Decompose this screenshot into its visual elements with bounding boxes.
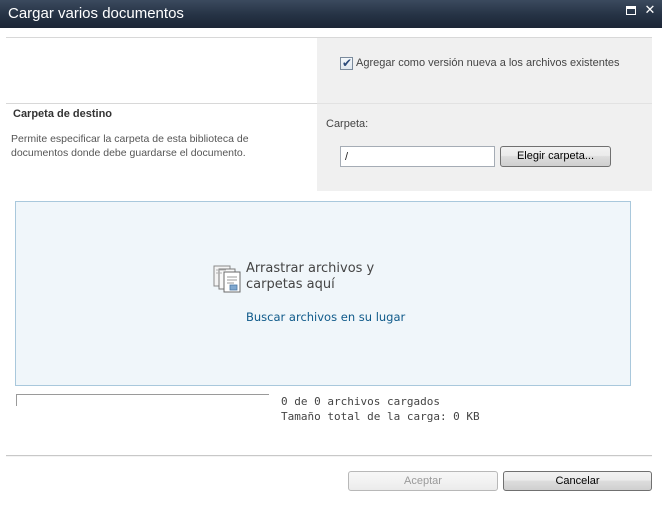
divider: [317, 103, 652, 104]
upload-progress-bar: [16, 394, 269, 406]
files-uploaded-status: 0 de 0 archivos cargados: [281, 395, 440, 408]
ok-button[interactable]: Aceptar: [348, 471, 498, 491]
divider: [6, 103, 317, 104]
overwrite-checkbox-label[interactable]: Agregar como versión nueva a los archivo…: [356, 57, 620, 69]
checkmark-icon: ✔: [341, 56, 353, 70]
browse-files-link[interactable]: Buscar archivos en su lugar: [246, 310, 405, 324]
drop-zone[interactable]: [15, 201, 631, 386]
divider: [6, 455, 652, 457]
total-size-status: Tamaño total de la carga: 0 KB: [281, 410, 480, 423]
dialog-title: Cargar varios documentos: [8, 5, 184, 22]
maximize-icon[interactable]: [624, 4, 638, 18]
drop-instruction: Arrastrar archivos y carpetas aquí: [246, 261, 375, 292]
overwrite-checkbox[interactable]: ✔: [340, 56, 353, 70]
dialog-titlebar: Cargar varios documentos ✕: [0, 0, 662, 28]
folder-label: Carpeta:: [326, 118, 369, 130]
close-icon[interactable]: ✕: [643, 4, 657, 18]
destination-section-title: Carpeta de destino: [13, 108, 113, 120]
destination-section-description: Permite especificar la carpeta de esta b…: [11, 133, 249, 159]
folder-input[interactable]: [340, 146, 495, 167]
choose-folder-button[interactable]: Elegir carpeta...: [500, 146, 611, 167]
cancel-button[interactable]: Cancelar: [503, 471, 652, 491]
documents-icon: [213, 265, 241, 293]
